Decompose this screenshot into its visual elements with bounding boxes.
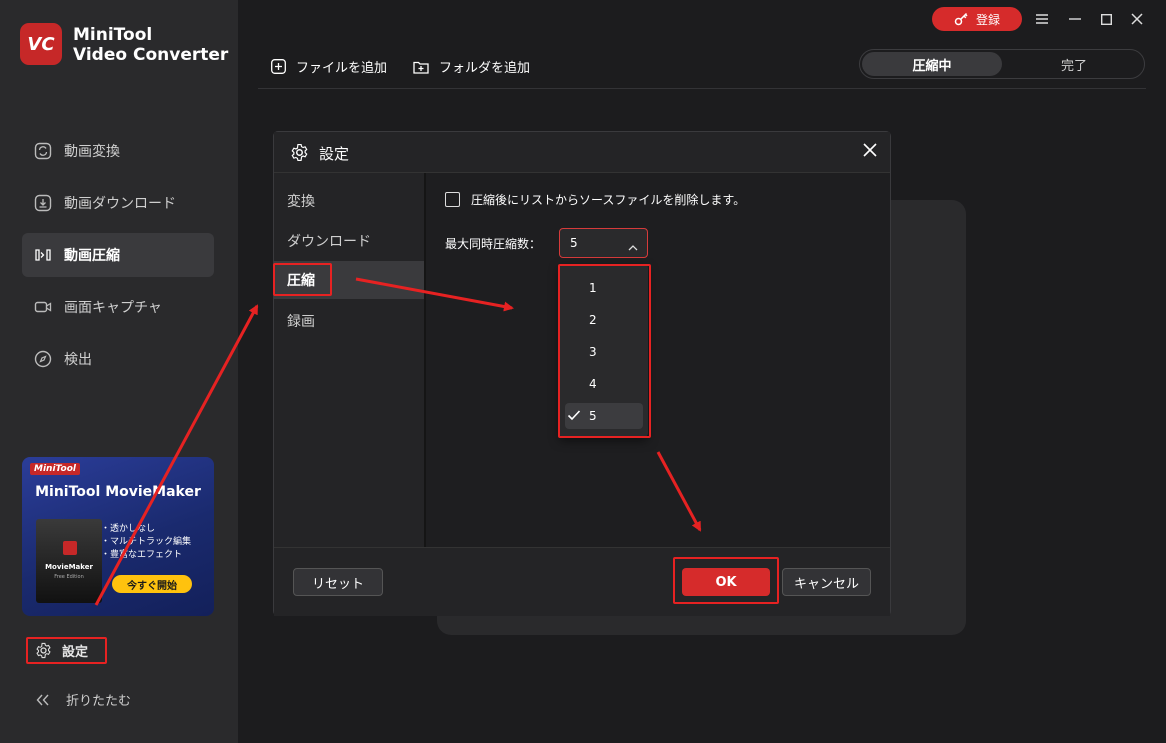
sidebar-item-label: 画面キャプチャ (64, 300, 162, 316)
sidebar-item-label: 動画変換 (64, 144, 120, 160)
hamburger-icon (1036, 14, 1048, 24)
app-title-line1: MiniTool (73, 25, 153, 45)
promo-box-name: MovieMaker (45, 563, 93, 571)
tab-completed[interactable]: 完了 (1004, 52, 1144, 76)
dialog-close-button[interactable] (862, 142, 878, 158)
max-concurrent-select[interactable]: 5 (559, 228, 648, 258)
promo-start-button[interactable]: 今すぐ開始 (112, 575, 192, 593)
option-label: 2 (589, 313, 597, 327)
dropdown-option[interactable]: 1 (565, 275, 643, 301)
register-label: 登録 (975, 12, 1000, 27)
menu-button[interactable] (1033, 10, 1051, 28)
promo-feature: ・豊富なエフェクト (101, 550, 183, 560)
compass-icon (34, 350, 52, 368)
close-icon (1131, 13, 1143, 25)
add-folder-button[interactable]: フォルダを追加 (413, 57, 530, 76)
gear-icon (290, 143, 309, 166)
option-label: 5 (589, 409, 597, 423)
add-file-label: ファイルを追加 (296, 61, 388, 76)
download-icon (34, 194, 52, 212)
reset-button[interactable]: リセット (293, 568, 383, 596)
settings-content: 圧縮後にリストからソースファイルを削除します。 最大同時圧縮数： 5 1 2 3… (426, 173, 890, 547)
sidebar-settings-label: 設定 (62, 644, 89, 660)
max-concurrent-label: 最大同時圧縮数： (445, 237, 542, 251)
sidebar-item-label: 検出 (64, 352, 92, 368)
gear-icon (35, 642, 52, 659)
settings-dialog: 設定 変換 ダウンロード 圧縮 録画 圧縮後にリストからソースファイルを削除しま… (273, 131, 891, 616)
convert-icon (34, 142, 52, 160)
dialog-header: 設定 (274, 132, 890, 173)
close-window-button[interactable] (1128, 10, 1146, 28)
max-concurrent-dropdown: 1 2 3 4 5 (559, 264, 648, 437)
sidebar: VC MiniTool Video Converter 動画変換 動画ダウンロー… (0, 0, 238, 743)
sidebar-collapse-button[interactable]: 折りたたむ (36, 690, 131, 709)
dropdown-option[interactable]: 2 (565, 307, 643, 333)
sidebar-item-label: 動画圧縮 (64, 248, 120, 264)
dialog-title: 設定 (319, 145, 350, 163)
select-value: 5 (570, 236, 578, 250)
maximize-button[interactable] (1097, 10, 1115, 28)
promo-brand: MiniTool (30, 463, 80, 475)
app-title: MiniTool Video Converter (73, 25, 228, 65)
settings-nav-label: 圧縮 (287, 273, 315, 289)
moviemaker-box-image: MovieMaker Free Edition (36, 519, 102, 603)
status-tabs: 圧縮中 完了 (859, 49, 1145, 79)
add-file-button[interactable]: ファイルを追加 (271, 57, 387, 76)
settings-nav-compress[interactable]: 圧縮 (274, 261, 424, 299)
moviemaker-icon (63, 541, 77, 555)
promo-feature: ・透かしなし (101, 524, 156, 534)
add-folder-label: フォルダを追加 (439, 61, 531, 76)
dropdown-option[interactable]: 3 (565, 339, 643, 365)
sidebar-item-screen-capture[interactable]: 画面キャプチャ (22, 285, 214, 329)
sidebar-item-video-convert[interactable]: 動画変換 (22, 129, 214, 173)
minimize-button[interactable] (1066, 10, 1084, 28)
register-button[interactable]: 登録 (932, 7, 1022, 31)
sidebar-item-video-compress[interactable]: 動画圧縮 (22, 233, 214, 277)
plus-square-icon (271, 59, 286, 74)
sidebar-item-video-download[interactable]: 動画ダウンロード (22, 181, 214, 225)
ok-button[interactable]: OK (682, 568, 770, 596)
app-logo: VC (20, 23, 62, 65)
delete-source-label: 圧縮後にリストからソースファイルを削除します。 (471, 193, 746, 207)
cancel-button[interactable]: キャンセル (782, 568, 871, 596)
settings-nav-record[interactable]: 録画 (274, 302, 424, 340)
chevron-up-icon (628, 237, 638, 256)
delete-source-checkbox[interactable] (445, 192, 460, 207)
settings-nav-label: ダウンロード (287, 234, 371, 250)
minimize-icon (1069, 18, 1081, 20)
app-title-line2: Video Converter (73, 45, 229, 65)
promo-title: MiniTool MovieMaker (35, 484, 201, 500)
double-chevron-left-icon (36, 694, 50, 706)
sidebar-item-label: 動画ダウンロード (64, 196, 176, 212)
sidebar-item-discover[interactable]: 検出 (22, 337, 214, 381)
tab-compressing[interactable]: 圧縮中 (862, 52, 1002, 76)
sidebar-settings-button[interactable]: 設定 (26, 637, 106, 663)
option-label: 1 (589, 281, 597, 295)
settings-nav-convert[interactable]: 変換 (274, 182, 424, 220)
checkmark-icon (567, 408, 581, 425)
key-icon (954, 12, 968, 26)
add-folder-icon (413, 60, 429, 74)
sidebar-collapse-label: 折りたたむ (66, 694, 132, 709)
camera-icon (34, 298, 52, 316)
option-label: 3 (589, 345, 597, 359)
promo-banner[interactable]: MiniTool MiniTool MovieMaker MovieMaker … (22, 457, 214, 616)
compress-icon (34, 246, 52, 264)
dropdown-option-selected[interactable]: 5 (565, 403, 643, 429)
toolbar-divider (258, 88, 1146, 89)
settings-nav-download[interactable]: ダウンロード (274, 222, 424, 260)
option-label: 4 (589, 377, 597, 391)
settings-nav-label: 録画 (287, 314, 315, 330)
dropdown-option[interactable]: 4 (565, 371, 643, 397)
promo-feature: ・マルチトラック編集 (101, 537, 192, 547)
promo-features: ・透かしなし ・マルチトラック編集 ・豊富なエフェクト (101, 523, 191, 562)
maximize-icon (1100, 13, 1112, 25)
dialog-footer: リセット OK キャンセル (274, 547, 890, 616)
close-icon (862, 142, 878, 158)
settings-nav: 変換 ダウンロード 圧縮 録画 (274, 173, 426, 547)
settings-nav-label: 変換 (287, 194, 315, 210)
promo-box-sub: Free Edition (54, 574, 84, 580)
